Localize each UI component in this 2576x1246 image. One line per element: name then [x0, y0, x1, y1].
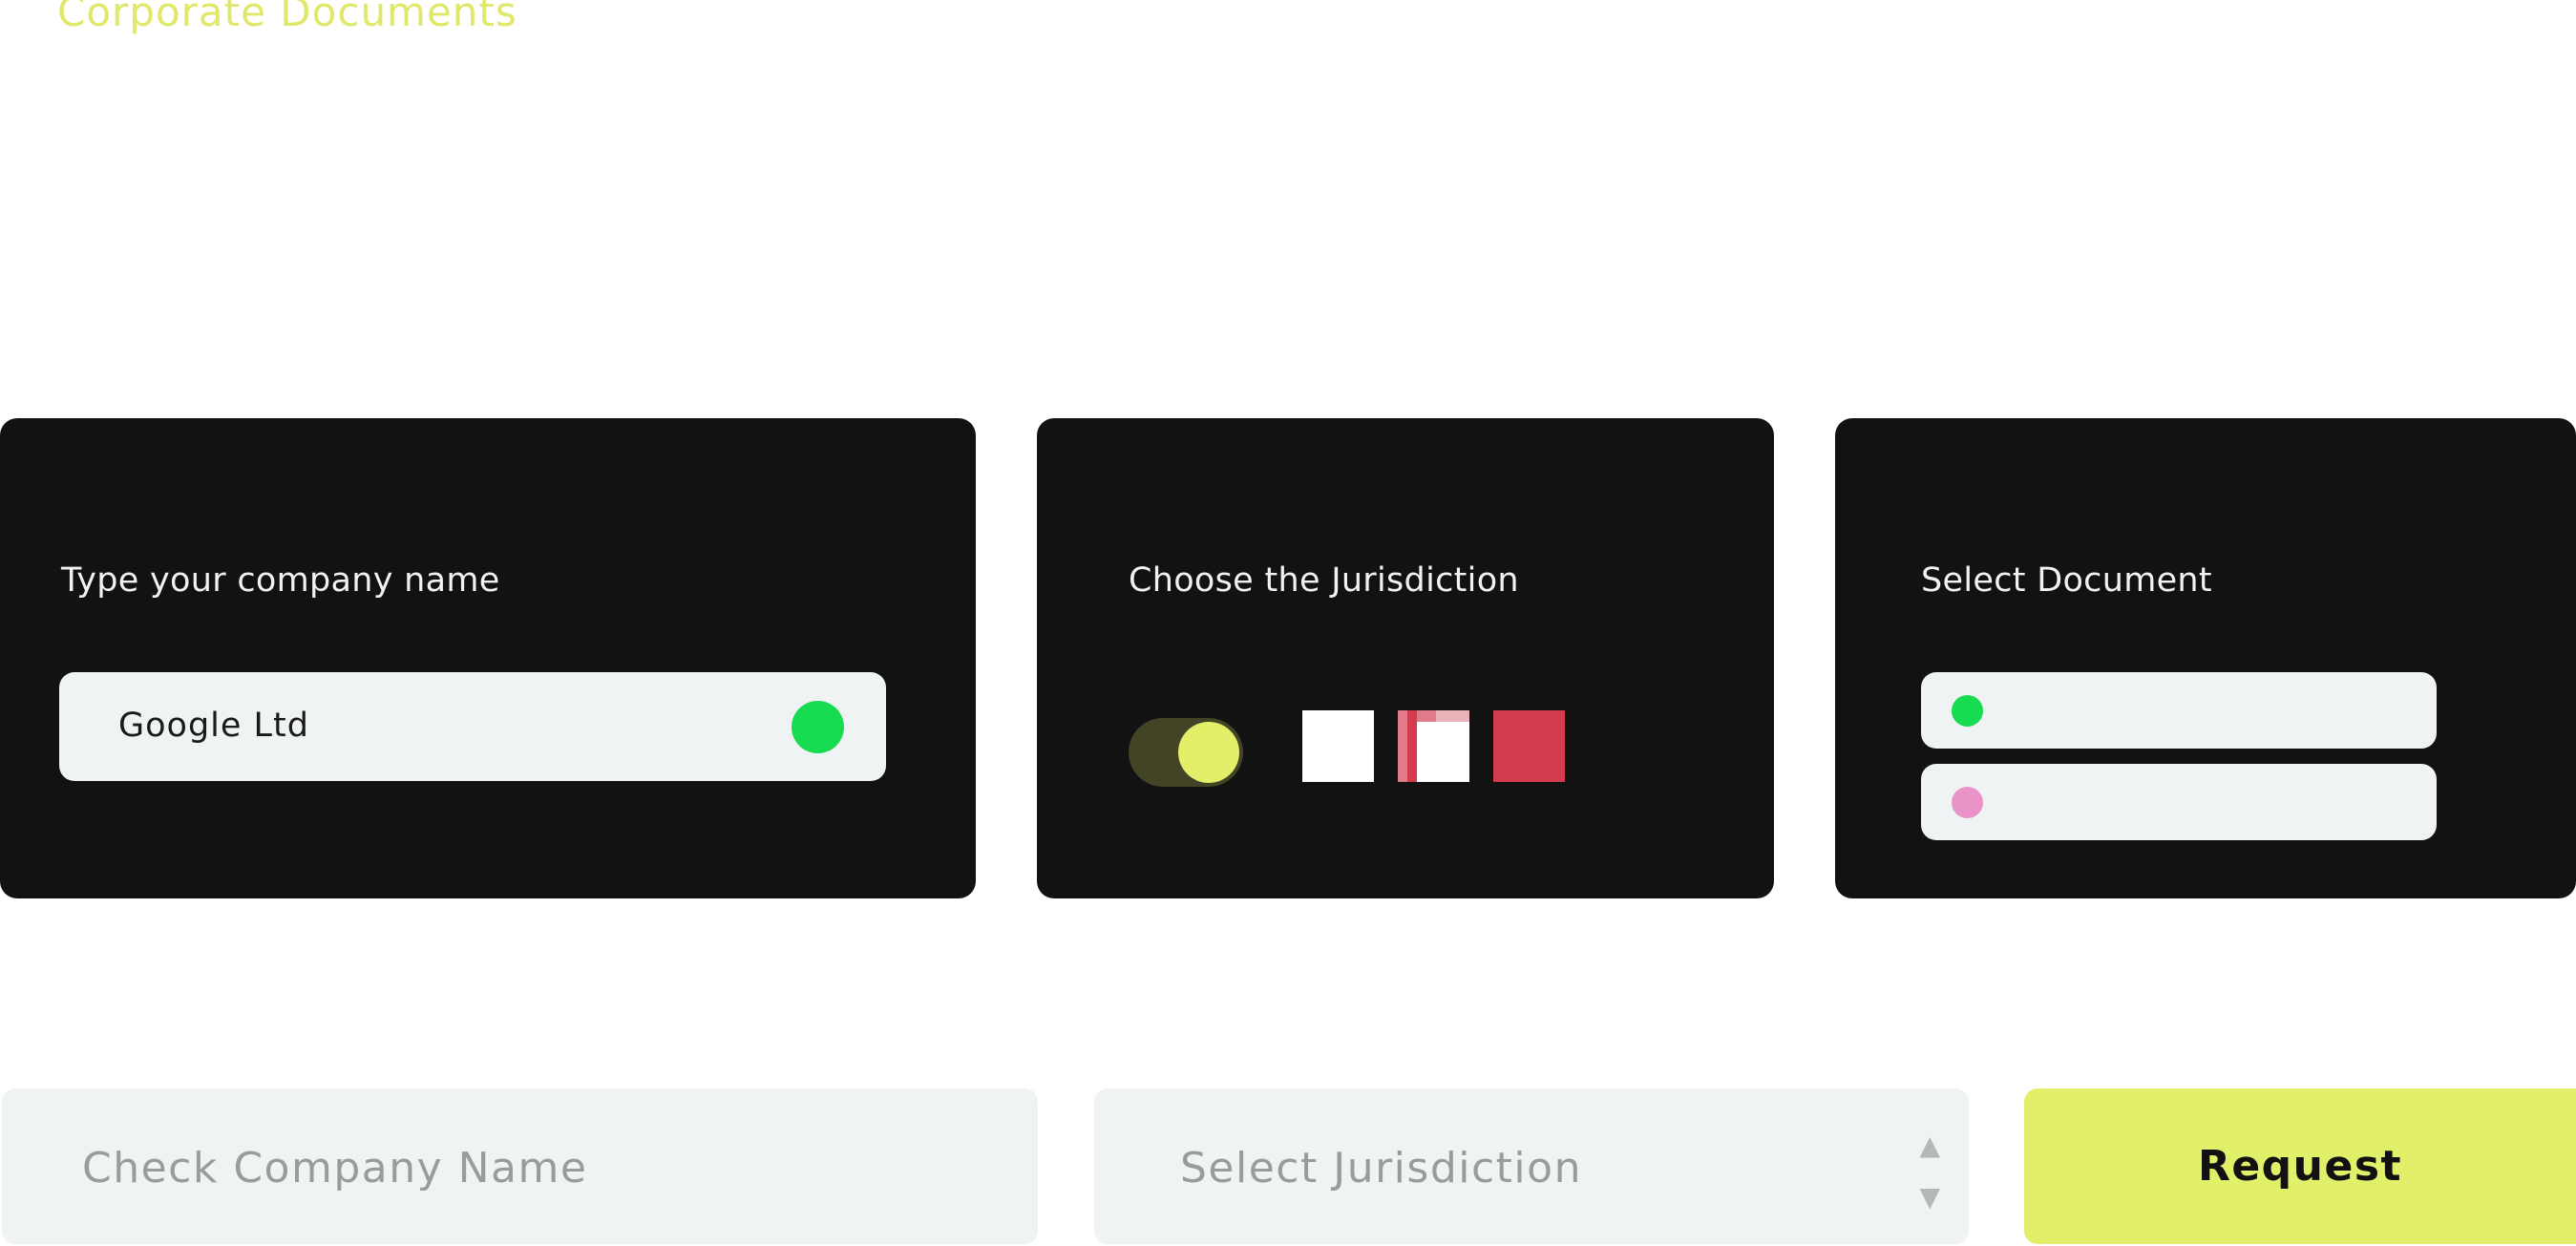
document-option[interactable] [1921, 672, 2437, 749]
document-heading: Select Document [1921, 561, 2212, 600]
select-jurisdiction-placeholder: Select Jurisdiction [1180, 1144, 1582, 1193]
check-company-name-placeholder: Check Company Name [82, 1144, 588, 1193]
green-dot-icon [1952, 695, 1983, 727]
arrow-up-icon[interactable]: ▲ [1919, 1132, 1940, 1159]
red-flag-icon[interactable] [1493, 710, 1565, 782]
status-dot-icon [792, 701, 844, 753]
document-option[interactable] [1921, 764, 2437, 840]
white-flag-icon[interactable] [1302, 710, 1374, 782]
flag-stripe [1398, 710, 1407, 782]
page-title: Corporate Documents [57, 0, 517, 35]
jurisdiction-card: Choose the Jurisdiction [1037, 418, 1774, 898]
company-name-heading: Type your company name [61, 561, 500, 600]
jurisdiction-toggle[interactable] [1129, 718, 1243, 787]
select-jurisdiction-dropdown[interactable]: Select Jurisdiction ▲ ▼ [1094, 1088, 1969, 1244]
pink-dot-icon [1952, 787, 1983, 818]
company-name-input[interactable]: Google Ltd [59, 672, 886, 781]
request-button[interactable]: Request [2024, 1088, 2576, 1244]
flag-stripe [1417, 710, 1436, 722]
red-white-flag-icon[interactable] [1398, 710, 1469, 782]
arrow-down-icon[interactable]: ▼ [1919, 1184, 1940, 1211]
document-card: Select Document [1835, 418, 2576, 898]
jurisdiction-heading: Choose the Jurisdiction [1129, 561, 1519, 600]
page: Corporate Documents Type your company na… [0, 0, 2576, 1246]
check-company-name-input[interactable]: Check Company Name [2, 1088, 1038, 1244]
company-name-card: Type your company name Google Ltd [0, 418, 976, 898]
toggle-knob [1178, 722, 1239, 783]
company-name-value: Google Ltd [118, 707, 309, 745]
